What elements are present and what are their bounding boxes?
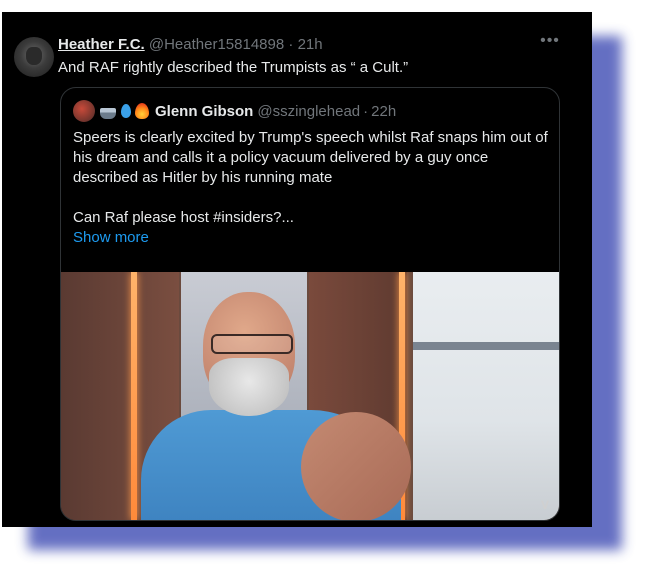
fire-icon [135, 103, 149, 119]
quote-media-image[interactable]: V [61, 272, 559, 520]
separator: · [288, 36, 294, 53]
droplet-icon [121, 104, 131, 118]
quote-text-paragraph: Can Raf please host #insiders?... [73, 209, 294, 226]
quote-text-paragraph: Speers is clearly excited by Trump's spe… [73, 129, 548, 186]
person-arm [301, 412, 411, 520]
author-handle[interactable]: @Heather15814898 [149, 36, 284, 53]
tweet-time[interactable]: 21h [298, 36, 323, 53]
person-beard [209, 358, 289, 416]
quote-author-handle[interactable]: @sszinglehead [257, 103, 360, 120]
more-horizontal-icon[interactable]: ••• [538, 32, 562, 52]
quote-time[interactable]: 22h [371, 103, 396, 120]
quote-body: Speers is clearly excited by Trump's spe… [73, 128, 549, 248]
media-watermark: V [541, 498, 550, 512]
separator: · [363, 102, 369, 120]
tweet-text: And RAF rightly described the Trumpists … [58, 59, 409, 76]
author-name[interactable]: Heather F.C. [58, 36, 145, 53]
tweet-header: Heather F.C. @Heather15814898 · 21h [58, 36, 323, 53]
show-more-link[interactable]: Show more [73, 228, 549, 248]
quote-author-name[interactable]: Glenn Gibson [155, 103, 253, 120]
person-glasses [211, 334, 293, 354]
quote-header: Glenn Gibson @sszinglehead · 22h [73, 100, 396, 122]
author-avatar[interactable] [14, 37, 54, 77]
studio-window [413, 272, 559, 520]
quote-tweet-card[interactable]: Glenn Gibson @sszinglehead · 22h Speers … [60, 87, 560, 521]
ship-icon [100, 107, 116, 119]
window-band [413, 342, 559, 350]
quote-author-avatar[interactable] [73, 100, 95, 122]
person-figure [131, 292, 431, 520]
tweet-card[interactable]: Heather F.C. @Heather15814898 · 21h ••• … [2, 12, 592, 527]
